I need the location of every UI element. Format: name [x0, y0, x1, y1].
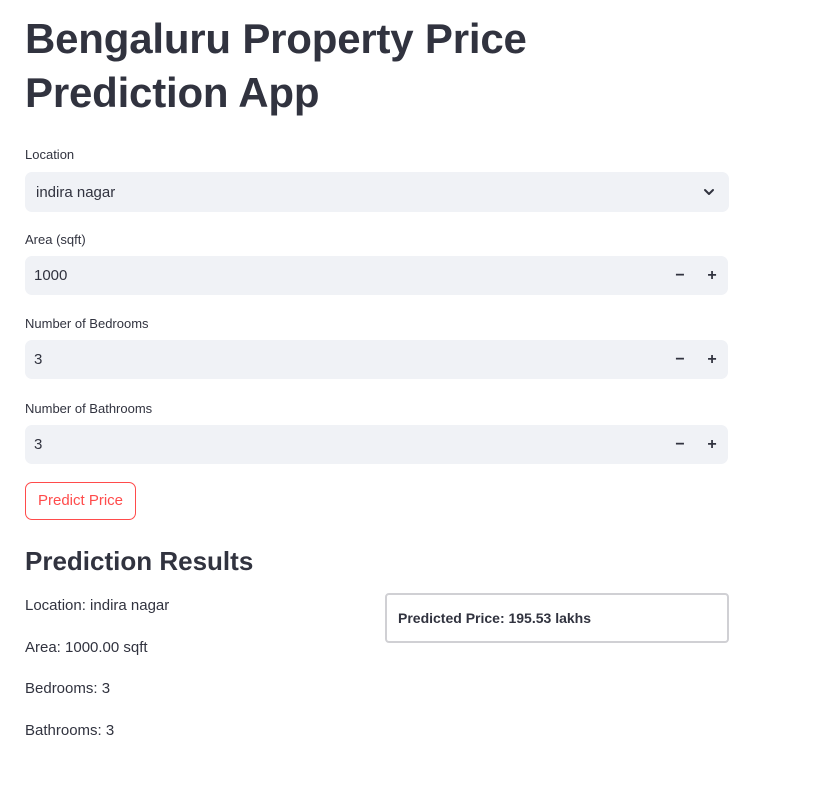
area-increment-button[interactable]: +	[696, 256, 728, 295]
bathrooms-decrement-button[interactable]: −	[664, 425, 696, 464]
page-title: Bengaluru Property Price Prediction App	[25, 15, 527, 116]
predict-button-container: Predict Price	[25, 482, 729, 520]
bathrooms-increment-button[interactable]: +	[696, 425, 728, 464]
location-selected-value: indira nagar	[36, 183, 116, 201]
result-location: Location: indira nagar	[25, 597, 170, 614]
area-field: Area (sqft) − +	[25, 232, 729, 295]
results-heading: Prediction Results	[25, 546, 254, 576]
result-bedrooms: Bedrooms: 3	[25, 680, 111, 697]
bedrooms-field: Number of Bedrooms − +	[25, 316, 729, 379]
bathrooms-input[interactable]	[34, 436, 664, 453]
main-content: Bengaluru Property Price Prediction App …	[25, 0, 729, 794]
result-area: Area: 1000.00 sqft	[25, 639, 148, 656]
location-label: Location	[25, 147, 75, 162]
area-label: Area (sqft)	[25, 232, 86, 247]
location-field: Location indira nagar	[25, 147, 729, 212]
bedrooms-input[interactable]	[34, 351, 664, 368]
area-decrement-button[interactable]: −	[664, 256, 696, 295]
area-number-input: − +	[25, 256, 728, 295]
bedrooms-decrement-button[interactable]: −	[664, 340, 696, 379]
predict-price-button[interactable]: Predict Price	[25, 482, 137, 520]
chevron-down-icon[interactable]	[701, 184, 717, 200]
results-section: Location: indira nagar Area: 1000.00 sqf…	[25, 593, 729, 794]
bathrooms-field: Number of Bathrooms − +	[25, 401, 729, 464]
page: Bengaluru Property Price Prediction App …	[0, 0, 827, 794]
bathrooms-number-input: − +	[25, 425, 728, 464]
result-bathrooms: Bathrooms: 3	[25, 722, 115, 739]
bedrooms-number-input: − +	[25, 340, 728, 379]
predicted-price-text: Predicted Price: 195.53 lakhs	[398, 610, 591, 626]
predicted-price-box: Predicted Price: 195.53 lakhs	[385, 593, 729, 643]
bedrooms-increment-button[interactable]: +	[696, 340, 728, 379]
area-input[interactable]	[34, 267, 664, 284]
bedrooms-label: Number of Bedrooms	[25, 316, 149, 331]
bathrooms-label: Number of Bathrooms	[25, 401, 153, 416]
location-select[interactable]: indira nagar	[25, 172, 729, 212]
results-details: Location: indira nagar Area: 1000.00 sqf…	[25, 596, 365, 741]
